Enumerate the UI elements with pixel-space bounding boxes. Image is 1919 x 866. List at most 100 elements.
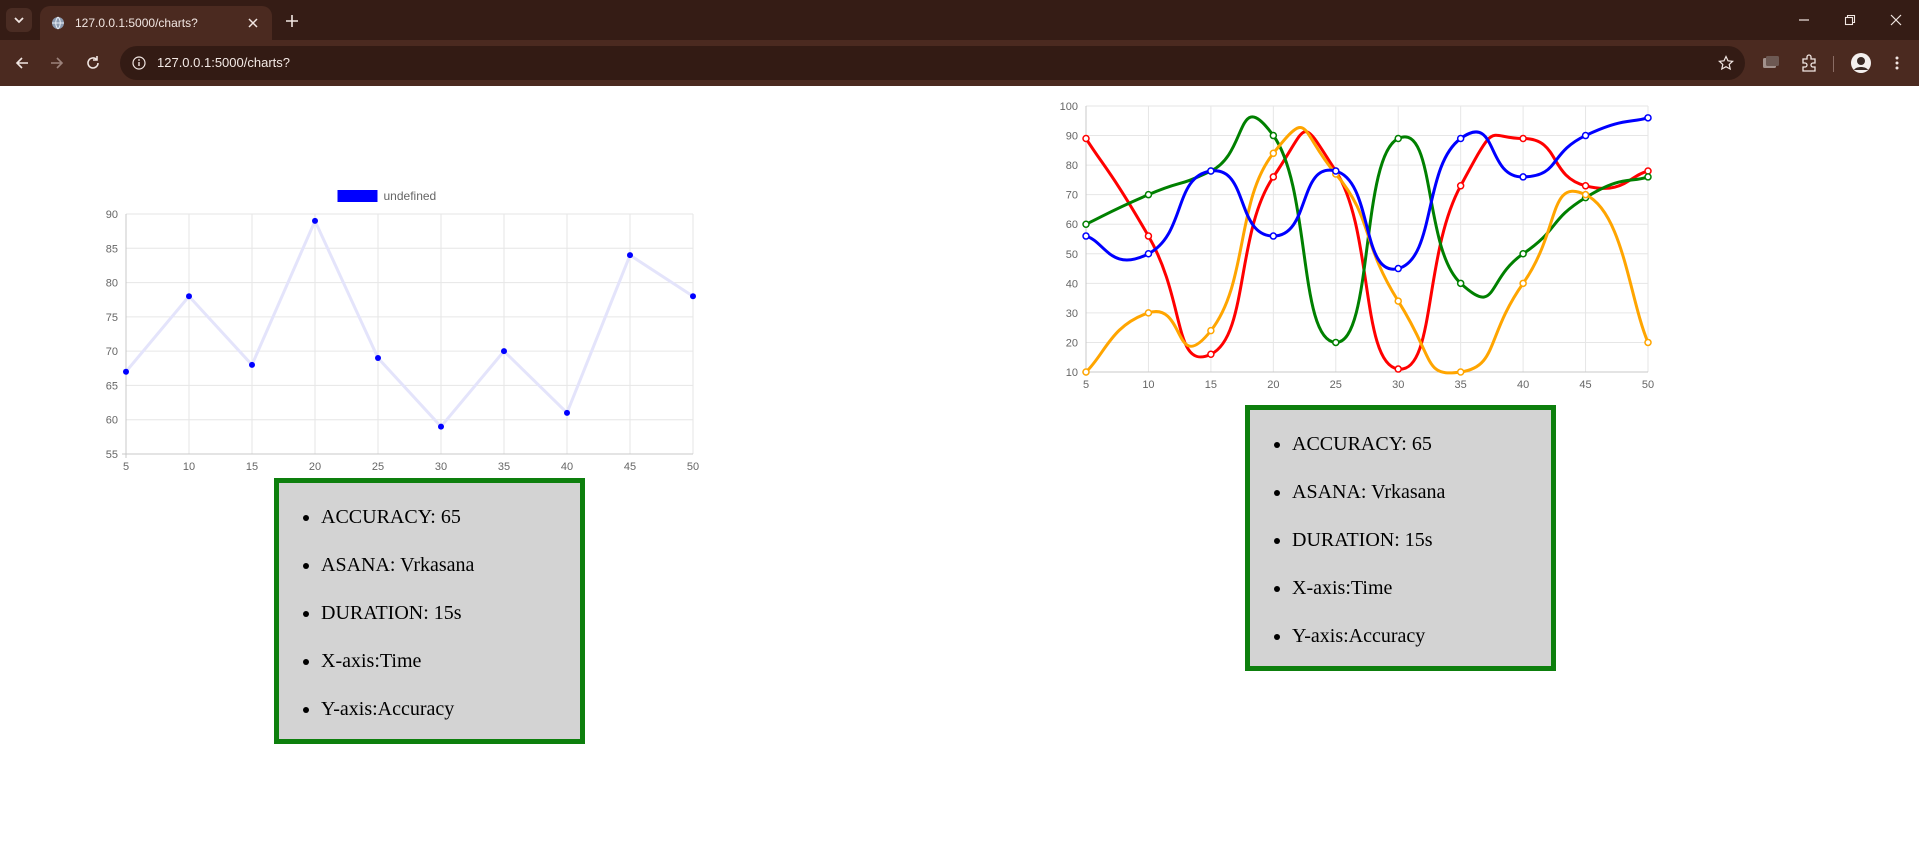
extensions-puzzle-icon[interactable] [1797, 51, 1821, 75]
y-tick-label: 50 [1066, 249, 1078, 261]
minimize-icon [1799, 19, 1809, 21]
close-icon [1890, 14, 1902, 26]
data-point [1332, 338, 1340, 347]
reload-icon [87, 56, 99, 69]
data-point [1456, 368, 1465, 376]
y-tick-label: 40 [1066, 278, 1078, 290]
data-point [1269, 149, 1278, 158]
data-point [1144, 232, 1153, 240]
arrow-left-icon [15, 57, 28, 69]
data-point [627, 252, 633, 259]
y-tick-label: 90 [106, 209, 118, 221]
y-tick-label: 60 [1066, 219, 1078, 231]
url-text: 127.0.0.1:5000/charts? [157, 55, 290, 70]
data-point [249, 361, 255, 368]
restore-button[interactable] [1827, 0, 1873, 40]
info-x-axis: X-axis:Time [321, 637, 580, 685]
data-point [312, 217, 318, 224]
data-point [1456, 279, 1465, 288]
data-point [1519, 279, 1527, 288]
data-point [1394, 264, 1402, 273]
tab-search-button[interactable] [6, 8, 32, 32]
data-point [1519, 250, 1527, 258]
x-tick-label: 40 [561, 461, 573, 473]
bookmark-star-icon[interactable] [1715, 52, 1737, 74]
y-tick-label: 100 [1060, 101, 1078, 113]
close-window-button[interactable] [1873, 0, 1919, 40]
info-duration: DURATION: 15s [321, 589, 580, 637]
data-point [1082, 220, 1090, 228]
x-tick-label: 25 [1330, 379, 1342, 391]
data-point [1269, 131, 1278, 140]
browser-tab[interactable]: 127.0.0.1:5000/charts? [40, 6, 272, 40]
y-tick-label: 70 [106, 346, 118, 358]
data-point [1644, 114, 1652, 122]
x-tick-label: 25 [372, 461, 384, 473]
data-point [1207, 326, 1215, 335]
x-tick-label: 45 [624, 461, 636, 473]
x-tick-label: 40 [1517, 379, 1529, 391]
legend-swatch [337, 190, 378, 202]
info-list-1: ACCURACY: 65 ASANA: Vrkasana DURATION: 1… [279, 483, 580, 733]
data-point [1332, 167, 1340, 175]
data-point [1207, 167, 1215, 175]
forward-button[interactable] [43, 49, 71, 77]
profile-avatar-icon[interactable] [1849, 51, 1873, 75]
data-point [564, 409, 570, 416]
x-tick-label: 30 [435, 461, 447, 473]
x-tick-label: 20 [309, 461, 321, 473]
data-point [1644, 173, 1652, 181]
minimize-button[interactable] [1781, 0, 1827, 40]
x-tick-label: 10 [183, 461, 195, 473]
data-point [1082, 368, 1090, 376]
media-controls-icon[interactable] [1759, 51, 1783, 75]
address-bar[interactable]: 127.0.0.1:5000/charts? [120, 46, 1745, 80]
data-point [1144, 190, 1153, 199]
data-point [501, 348, 507, 355]
data-point [1519, 173, 1527, 181]
back-button[interactable] [8, 49, 36, 77]
x-tick-label: 15 [1205, 379, 1217, 391]
reload-button[interactable] [79, 49, 107, 77]
accuracy-line-chart-2: 10 20 30 40 50 60 70 80 90 100 5 10 15 20 25 30 35 40 45 50 [1060, 101, 1654, 391]
tab-strip: 127.0.0.1:5000/charts? [0, 0, 1919, 40]
site-info-icon[interactable] [130, 54, 148, 72]
info-accuracy: ACCURACY: 65 [1292, 420, 1551, 468]
arrow-right-icon [51, 57, 64, 69]
browser-toolbar: 127.0.0.1:5000/charts? [0, 40, 1919, 86]
new-tab-button[interactable] [280, 9, 304, 33]
tab-title: 127.0.0.1:5000/charts? [75, 16, 198, 30]
x-tick-label: 50 [1642, 379, 1654, 391]
data-point [1581, 131, 1590, 140]
y-tick-label: 70 [1066, 190, 1078, 202]
data-point [1644, 167, 1652, 175]
close-tab-icon[interactable] [243, 13, 263, 33]
y-tick-label: 80 [106, 278, 118, 290]
series-line [124, 217, 694, 429]
restore-icon [1844, 14, 1856, 26]
x-tick-label: 5 [123, 461, 129, 473]
y-tick-label: 85 [106, 243, 118, 255]
info-x-axis: X-axis:Time [1292, 564, 1551, 612]
x-tick-label: 15 [246, 461, 258, 473]
data-point [1394, 365, 1402, 373]
x-tick-label: 50 [687, 461, 699, 473]
data-point [1394, 297, 1402, 305]
browser-menu-icon[interactable] [1885, 51, 1909, 75]
x-tick-label: 5 [1083, 379, 1089, 391]
y-tick-label: 55 [106, 449, 118, 461]
accuracy-line-chart-1: 55 60 65 70 75 80 85 90 5 10 15 20 25 30 35 40 45 50 undef… [106, 189, 699, 473]
x-tick-label: 10 [1142, 379, 1154, 391]
data-point [1207, 350, 1215, 359]
data-point [1082, 232, 1090, 240]
data-point [1644, 338, 1652, 347]
data-point [1269, 232, 1278, 240]
globe-icon [50, 15, 66, 31]
data-point [1581, 182, 1590, 190]
x-tick-label: 35 [498, 461, 510, 473]
data-point [1581, 190, 1590, 199]
data-point [438, 423, 444, 430]
chevron-down-icon [14, 17, 24, 24]
info-list-2: ACCURACY: 65 ASANA: Vrkasana DURATION: 1… [1250, 410, 1551, 660]
y-tick-label: 10 [1066, 367, 1078, 379]
